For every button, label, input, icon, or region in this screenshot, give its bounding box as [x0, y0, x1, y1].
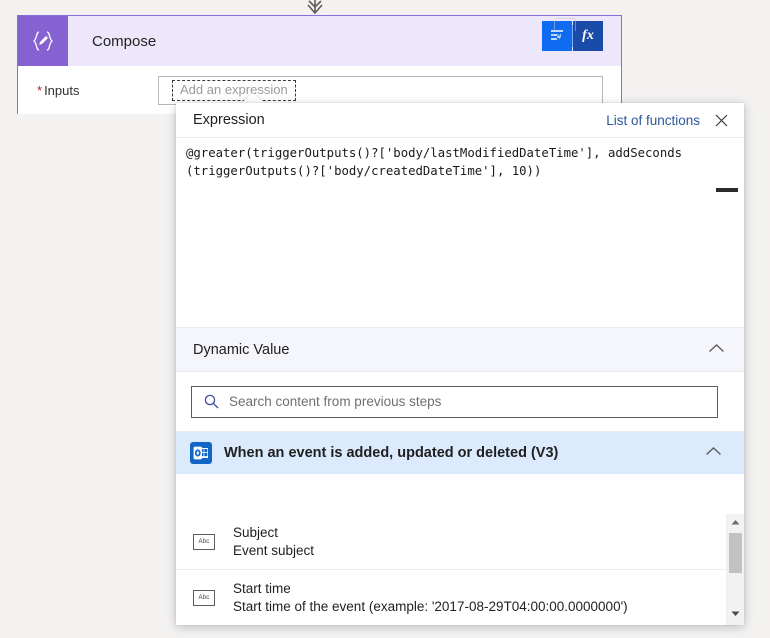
- scroll-down-arrow-icon[interactable]: [727, 605, 744, 622]
- expression-editor-value[interactable]: @greater(triggerOutputs()?['body/lastMod…: [186, 144, 718, 180]
- list-item-description: Start time of the event (example: '2017-…: [233, 599, 628, 614]
- dynamic-content-scrollbar[interactable]: [726, 514, 744, 625]
- compose-action-card[interactable]: Compose fx * Inputs Add an expression: [17, 15, 622, 114]
- chevron-up-icon[interactable]: [708, 341, 725, 359]
- search-row: Search content from previous steps: [176, 372, 744, 432]
- expression-flyout-panel: Expression List of functions @greater(tr…: [176, 103, 744, 625]
- fx-icon: fx: [582, 28, 594, 43]
- list-item[interactable]: Abc Subject Event subject: [176, 514, 727, 570]
- search-placeholder: Search content from previous steps: [229, 394, 442, 409]
- flow-connector: [0, 0, 640, 16]
- chevron-up-icon[interactable]: [705, 444, 722, 462]
- close-icon[interactable]: [712, 111, 730, 129]
- list-item-name: Start time: [233, 581, 291, 596]
- dynamic-value-title: Dynamic Value: [193, 341, 290, 358]
- inputs-placeholder[interactable]: Add an expression: [172, 79, 296, 101]
- scroll-up-arrow-icon[interactable]: [727, 514, 744, 531]
- abc-text-icon: Abc: [193, 533, 215, 550]
- expression-button[interactable]: fx: [573, 21, 603, 51]
- search-input[interactable]: Search content from previous steps: [191, 385, 718, 418]
- dynamic-value-section-header[interactable]: Dynamic Value: [176, 328, 744, 372]
- abc-icon-label: Abc: [198, 538, 210, 545]
- list-item-name: Subject: [233, 525, 279, 540]
- inputs-field[interactable]: Add an expression: [158, 75, 603, 105]
- dynamic-content-group-title: When an event is added, updated or delet…: [224, 445, 559, 461]
- required-marker: *: [37, 82, 43, 98]
- expression-panel-header: Expression List of functions: [176, 103, 744, 138]
- list-item[interactable]: Abc Start time Start time of the event (…: [176, 570, 727, 625]
- compose-title: Compose: [92, 32, 157, 50]
- expression-editor[interactable]: @greater(triggerOutputs()?['body/lastMod…: [176, 138, 744, 328]
- list-of-functions-link[interactable]: List of functions: [606, 113, 700, 128]
- dynamic-content-list: Abc Subject Event subject Abc Start time…: [176, 514, 727, 625]
- arrow-down-icon: [307, 0, 323, 15]
- outlook-calendar-icon: [190, 442, 212, 464]
- expression-editor-scroll-thumb[interactable]: [716, 188, 738, 192]
- compose-card-header[interactable]: Compose fx: [18, 16, 621, 66]
- tooltip-ghost: [554, 18, 576, 31]
- search-icon: [203, 393, 220, 410]
- inputs-label-text: Inputs: [44, 82, 80, 98]
- abc-text-icon: Abc: [193, 589, 215, 606]
- compose-braces-pencil-icon: [18, 16, 68, 66]
- scroll-thumb[interactable]: [729, 533, 742, 573]
- dynamic-content-group-header[interactable]: When an event is added, updated or delet…: [176, 432, 744, 474]
- inputs-label: * Inputs: [18, 83, 158, 98]
- compose-header-actions: fx: [542, 18, 603, 51]
- expression-panel-title: Expression: [193, 112, 265, 128]
- list-item-description: Event subject: [233, 543, 315, 558]
- abc-icon-label: Abc: [198, 594, 210, 601]
